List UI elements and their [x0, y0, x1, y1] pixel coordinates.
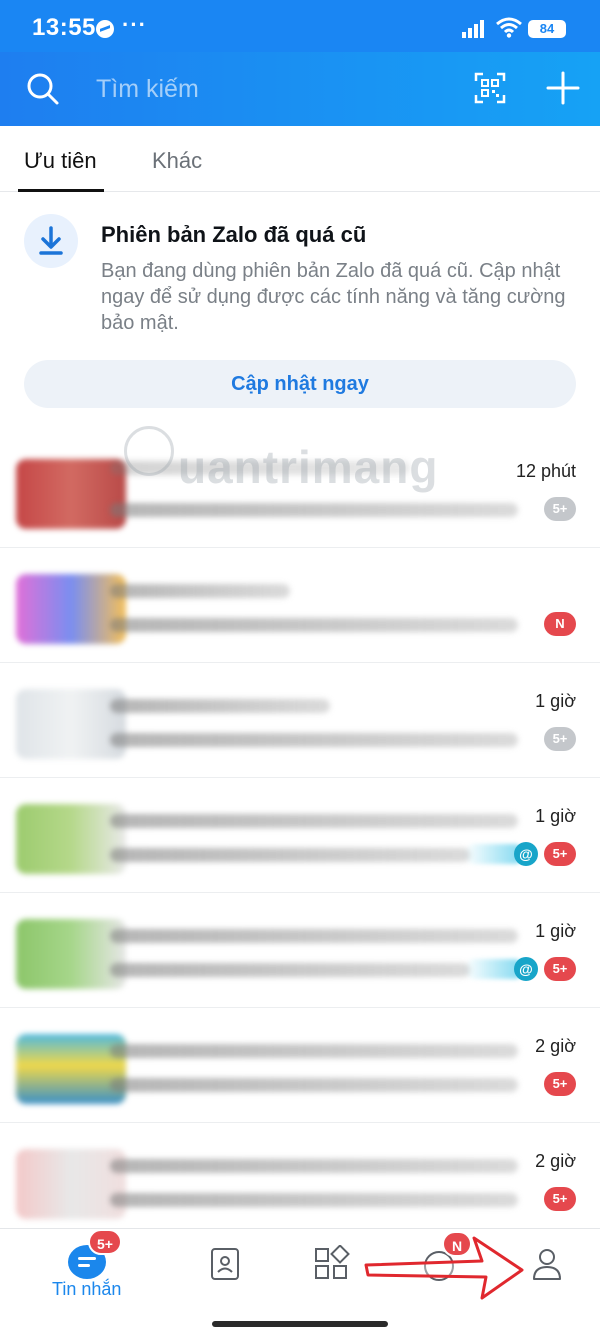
avatar	[16, 689, 126, 759]
unread-badge: 5+	[544, 727, 576, 751]
update-title: Phiên bản Zalo đã quá cũ	[101, 222, 367, 247]
more-notifications-icon: ···	[122, 12, 147, 37]
unread-badge: 5+	[544, 957, 576, 981]
mention-icon: @	[514, 957, 538, 981]
unread-badge: 5+	[544, 1187, 576, 1211]
search-icon[interactable]	[26, 72, 60, 106]
update-description: Bạn đang dùng phiên bản Zalo đã quá cũ. …	[101, 260, 566, 334]
add-icon[interactable]	[546, 71, 580, 105]
sun-icon	[124, 426, 174, 476]
messenger-icon	[96, 20, 114, 38]
signal-icon	[462, 18, 488, 38]
unread-badge: 5+	[544, 842, 576, 866]
annotation-arrow-icon	[364, 1236, 524, 1300]
chat-time: 2 giờ	[535, 1151, 576, 1171]
battery-icon: 84	[528, 20, 566, 38]
tab-priority[interactable]: Ưu tiên	[24, 148, 97, 174]
messages-badge: 5+	[88, 1229, 122, 1255]
avatar	[16, 919, 126, 989]
avatar	[16, 1149, 126, 1219]
avatar	[16, 804, 126, 874]
status-time: 13:55	[32, 14, 96, 41]
unread-badge: 5+	[544, 497, 576, 521]
chat-item[interactable]: N	[0, 548, 600, 663]
status-bar: 13:55 ··· 84	[0, 0, 600, 52]
nav-messages-label[interactable]: Tin nhắn	[52, 1279, 121, 1300]
avatar	[16, 574, 126, 644]
chat-time: 1 giờ	[535, 921, 576, 941]
avatar	[16, 1034, 126, 1104]
chat-time: 12 phút	[515, 461, 576, 481]
unread-badge: N	[544, 612, 576, 636]
wifi-icon	[496, 17, 522, 38]
update-now-button[interactable]: Cập nhật ngay	[24, 360, 576, 408]
app-header: Tìm kiếm	[0, 52, 600, 126]
chat-item[interactable]: 2 giờ 5+	[0, 1008, 600, 1123]
active-tab-indicator	[18, 189, 104, 192]
watermark-logo: uantrimang	[124, 418, 468, 508]
download-icon	[24, 214, 78, 268]
chat-time: 1 giờ	[535, 691, 576, 711]
tab-other[interactable]: Khác	[152, 148, 202, 174]
chat-item[interactable]: 1 giờ 5+	[0, 663, 600, 778]
discover-icon[interactable]	[314, 1245, 350, 1281]
chat-time: 2 giờ	[535, 1036, 576, 1056]
search-input[interactable]: Tìm kiếm	[96, 75, 199, 104]
chat-item[interactable]: 2 giờ 5+	[0, 1123, 600, 1238]
conversation-tabs: Ưu tiên Khác	[0, 126, 600, 192]
home-indicator	[212, 1321, 388, 1327]
mention-icon: @	[514, 842, 538, 866]
unread-badge: 5+	[544, 1072, 576, 1096]
chat-item[interactable]: 1 giờ @ 5+	[0, 893, 600, 1008]
chat-item[interactable]: 1 giờ @ 5+	[0, 778, 600, 893]
contacts-icon[interactable]	[210, 1247, 240, 1281]
qr-scan-icon[interactable]	[474, 72, 506, 104]
chat-time: 1 giờ	[535, 806, 576, 826]
profile-icon[interactable]	[531, 1247, 563, 1281]
